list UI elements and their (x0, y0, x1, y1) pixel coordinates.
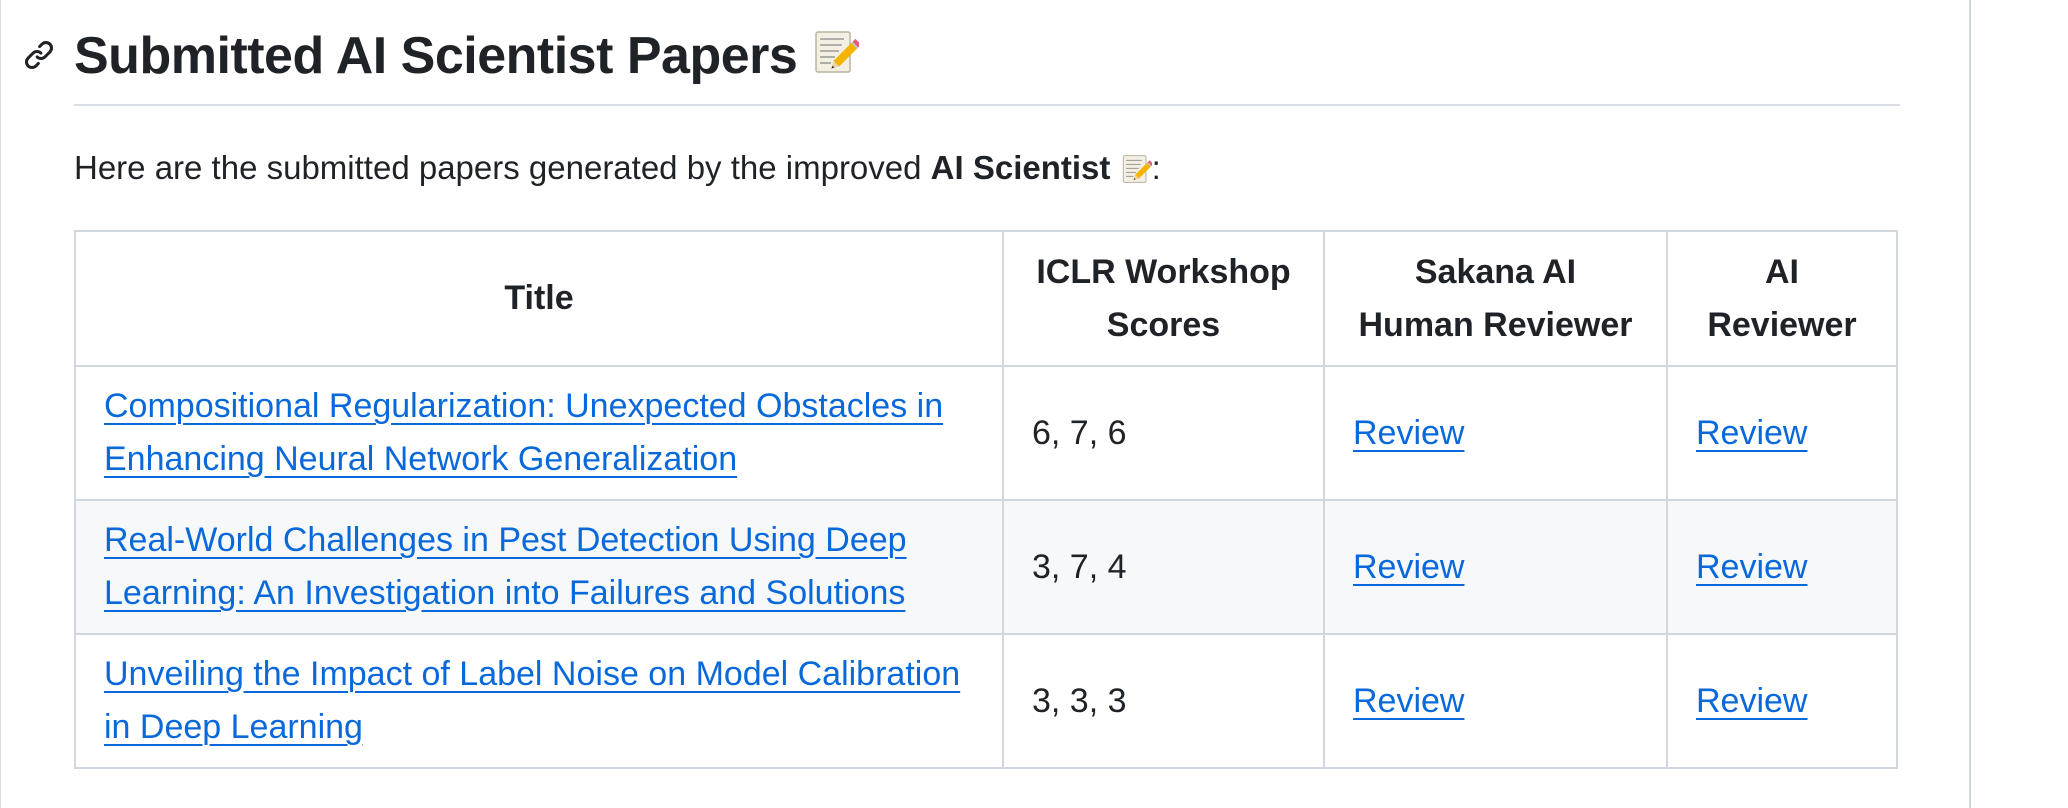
header-human-reviewer: Sakana AI Human Reviewer (1323, 230, 1668, 367)
ai-review-cell: Review (1666, 499, 1898, 635)
human-review-cell: Review (1323, 499, 1668, 635)
human-review-link[interactable]: Review (1353, 414, 1464, 452)
page-title: Submitted AI Scientist Papers (74, 18, 1900, 97)
ai-review-link[interactable]: Review (1696, 548, 1807, 586)
intro-paragraph: Here are the submitted papers generated … (74, 142, 1161, 196)
page-border-right (1969, 0, 1971, 808)
human-review-link[interactable]: Review (1353, 682, 1464, 720)
scores-cell: 6, 7, 6 (1002, 365, 1325, 501)
human-review-cell: Review (1323, 633, 1668, 769)
paper-title-link[interactable]: Real-World Challenges in Pest Detection … (104, 521, 907, 612)
paper-title-cell: Unveiling the Impact of Label Noise on M… (74, 633, 1004, 769)
paper-title-cell: Real-World Challenges in Pest Detection … (74, 499, 1004, 635)
table-row: Unveiling the Impact of Label Noise on M… (74, 633, 1898, 769)
ai-review-link[interactable]: Review (1696, 414, 1807, 452)
scores-cell: 3, 3, 3 (1002, 633, 1325, 769)
header-title: Title (74, 230, 1004, 367)
paper-title-cell: Compositional Regularization: Unexpected… (74, 365, 1004, 501)
table-header-row: Title ICLR Workshop Scores Sakana AI Hum… (74, 230, 1898, 367)
table-row: Real-World Challenges in Pest Detection … (74, 499, 1898, 635)
intro-text: Here are the submitted papers generated … (74, 149, 931, 186)
intro-colon: : (1151, 149, 1161, 186)
scores-cell: 3, 7, 4 (1002, 499, 1325, 635)
human-review-link[interactable]: Review (1353, 548, 1464, 586)
papers-table: Title ICLR Workshop Scores Sakana AI Hum… (74, 230, 1898, 769)
section-heading: Submitted AI Scientist Papers (74, 18, 1900, 106)
table-row: Compositional Regularization: Unexpected… (74, 365, 1898, 501)
paper-title-link[interactable]: Compositional Regularization: Unexpected… (104, 387, 943, 478)
intro-bold-text: AI Scientist (930, 149, 1111, 186)
human-review-cell: Review (1323, 365, 1668, 501)
memo-icon (811, 21, 862, 97)
ai-review-cell: Review (1666, 365, 1898, 501)
page-title-text: Submitted AI Scientist Papers (74, 27, 798, 85)
heading-anchor-link[interactable] (22, 38, 56, 72)
ai-review-link[interactable]: Review (1696, 682, 1807, 720)
paper-title-link[interactable]: Unveiling the Impact of Label Noise on M… (104, 655, 960, 746)
ai-review-cell: Review (1666, 633, 1898, 769)
memo-icon (1120, 144, 1153, 196)
header-iclr-scores: ICLR Workshop Scores (1002, 230, 1325, 367)
link-icon (24, 40, 54, 70)
page-border-left (0, 0, 1, 808)
header-ai-reviewer: AI Reviewer (1666, 230, 1898, 367)
